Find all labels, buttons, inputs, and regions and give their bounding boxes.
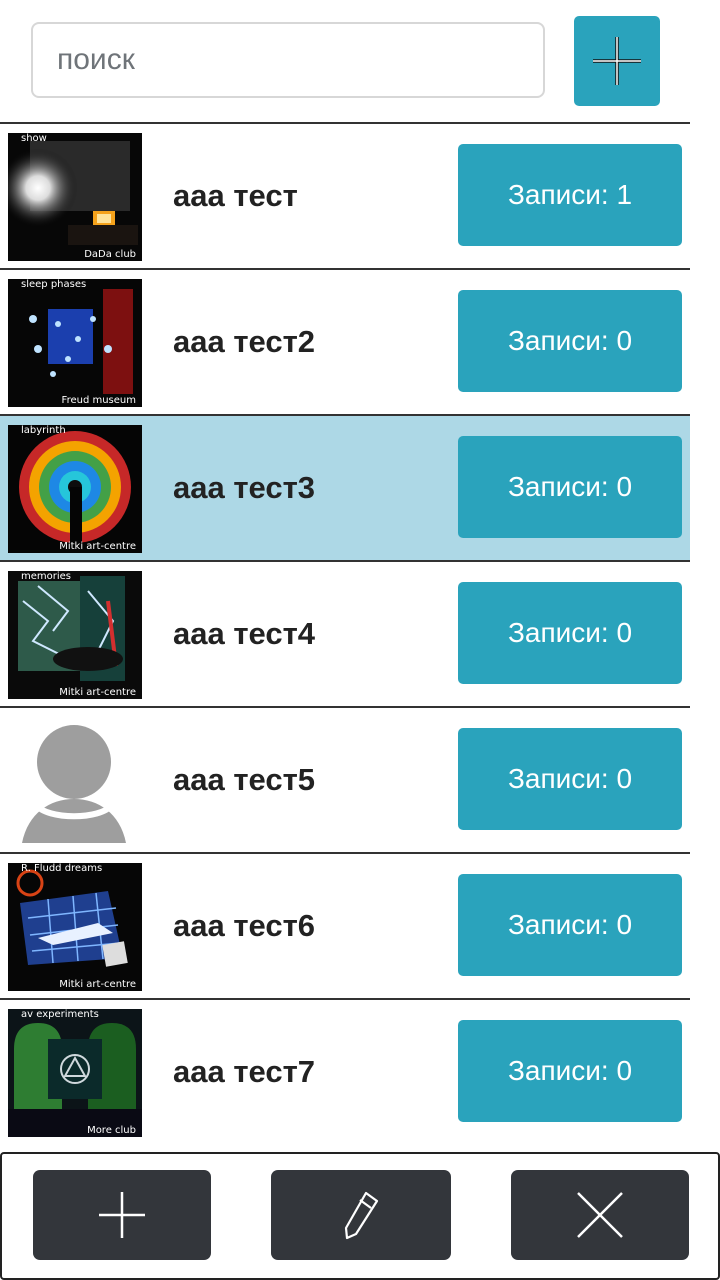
thumbnail-caption-top: R. Fludd dreams	[21, 863, 103, 874]
close-icon	[577, 1192, 623, 1238]
thumbnail-caption-bottom: DaDa club	[84, 249, 136, 260]
list-item[interactable]: show DaDa club ааа тест Записи: 1	[0, 122, 690, 268]
thumbnail-caption-top: av experiments	[21, 1009, 99, 1020]
plus-icon	[593, 37, 641, 85]
thumbnail-caption-bottom: Mitki art-centre	[59, 541, 136, 552]
thumbnail-caption-top: memories	[21, 571, 72, 582]
list-item[interactable]: av experiments More club ааа тест7 Запис…	[0, 998, 690, 1144]
thumbnail-caption-top: labyrinth	[21, 425, 66, 436]
list-item[interactable]: memories Mitki art-centre ааа тест4 Запи…	[0, 560, 690, 706]
records-button[interactable]: Записи: 1	[458, 144, 682, 246]
item-title: ааа тест4	[173, 616, 316, 651]
search-input[interactable]	[31, 22, 545, 98]
add-item-button[interactable]	[574, 16, 660, 106]
list-item[interactable]: labyrinth Mitki art-centre ааа тест3 Зап…	[0, 414, 690, 560]
thumbnail-image: av experiments More club	[8, 1009, 142, 1137]
thumbnail-caption-bottom: Freud museum	[61, 395, 136, 406]
thumbnail-caption-bottom: Mitki art-centre	[59, 979, 136, 990]
thumbnail-caption-top: show	[21, 133, 47, 144]
item-title: ааа тест7	[173, 1054, 316, 1089]
records-button[interactable]: Записи: 0	[458, 1020, 682, 1122]
delete-button[interactable]	[511, 1170, 689, 1260]
records-button[interactable]: Записи: 0	[458, 874, 682, 976]
records-button[interactable]: Записи: 0	[458, 728, 682, 830]
thumbnail-caption-bottom: More club	[87, 1125, 136, 1136]
avatar-placeholder-icon	[22, 725, 126, 843]
thumbnail-image: labyrinth Mitki art-centre	[8, 425, 142, 553]
thumbnail-image: show DaDa club	[8, 133, 142, 261]
search-bar	[0, 0, 720, 122]
thumbnail-caption-bottom: Mitki art-centre	[59, 687, 136, 698]
item-list: show DaDa club ааа тест Записи: 1 sleep …	[0, 122, 690, 1144]
edit-button[interactable]	[271, 1170, 451, 1260]
item-title: ааа тест6	[173, 908, 316, 943]
thumbnail-image: sleep phases Freud museum	[8, 279, 142, 407]
list-item[interactable]: sleep phases Freud museum ааа тест2 Запи…	[0, 268, 690, 414]
item-title: ааа тест5	[173, 762, 316, 797]
bottom-toolbar	[0, 1152, 720, 1280]
records-button[interactable]: Записи: 0	[458, 582, 682, 684]
item-title: ааа тест3	[173, 470, 316, 505]
pencil-icon	[344, 1191, 379, 1240]
list-item[interactable]: R. Fludd dreams Mitki art-centre ааа тес…	[0, 852, 690, 998]
records-button[interactable]: Записи: 0	[458, 290, 682, 392]
thumbnail-caption-top: sleep phases	[21, 279, 87, 290]
add-button[interactable]	[33, 1170, 211, 1260]
plus-icon	[99, 1192, 145, 1238]
thumbnail-image: R. Fludd dreams Mitki art-centre	[8, 863, 142, 991]
thumbnail-image: memories Mitki art-centre	[8, 571, 142, 699]
item-title: ааа тест2	[173, 324, 316, 359]
records-button[interactable]: Записи: 0	[458, 436, 682, 538]
list-item[interactable]: ааа тест5 Записи: 0	[0, 706, 690, 852]
item-title: ааа тест	[173, 178, 298, 213]
